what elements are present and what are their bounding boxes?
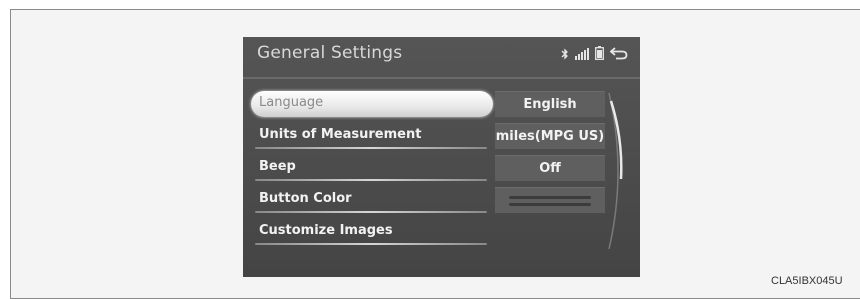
- setting-label: Units of Measurement: [259, 127, 422, 142]
- header-divider: [243, 77, 640, 79]
- scroll-indicator[interactable]: [605, 89, 629, 258]
- row-divider: [255, 211, 487, 213]
- image-credit: CLA5IBX045U: [771, 275, 843, 287]
- setting-item-units[interactable]: Units of Measurement: [251, 123, 493, 149]
- row-divider: [255, 147, 487, 149]
- row-divider: [255, 243, 487, 245]
- setting-item-button-color[interactable]: Button Color: [251, 187, 493, 213]
- setting-label: Button Color: [259, 191, 352, 206]
- status-bar: [561, 45, 628, 64]
- setting-value-beep[interactable]: Off: [495, 155, 605, 181]
- color-stripe: [509, 196, 591, 199]
- color-stripe: [509, 203, 591, 206]
- button-color-swatch[interactable]: [495, 187, 605, 213]
- battery-icon: [595, 45, 604, 64]
- setting-item-customize-images[interactable]: Customize Images: [251, 219, 493, 245]
- setting-label: Language: [259, 95, 324, 110]
- signal-strength-icon: [575, 45, 589, 64]
- setting-item-beep[interactable]: Beep: [251, 155, 493, 181]
- setting-label: Beep: [259, 159, 296, 174]
- page-title: General Settings: [257, 43, 403, 63]
- setting-label: Customize Images: [259, 223, 393, 238]
- setting-item-language[interactable]: Language: [251, 91, 493, 117]
- back-icon[interactable]: [609, 45, 628, 64]
- setting-value-units[interactable]: miles(MPG US): [495, 123, 605, 149]
- settings-screen: General Settings Language English Units …: [243, 37, 640, 277]
- setting-value-language[interactable]: English: [495, 91, 605, 117]
- bluetooth-icon: [561, 45, 569, 64]
- row-divider: [255, 179, 487, 181]
